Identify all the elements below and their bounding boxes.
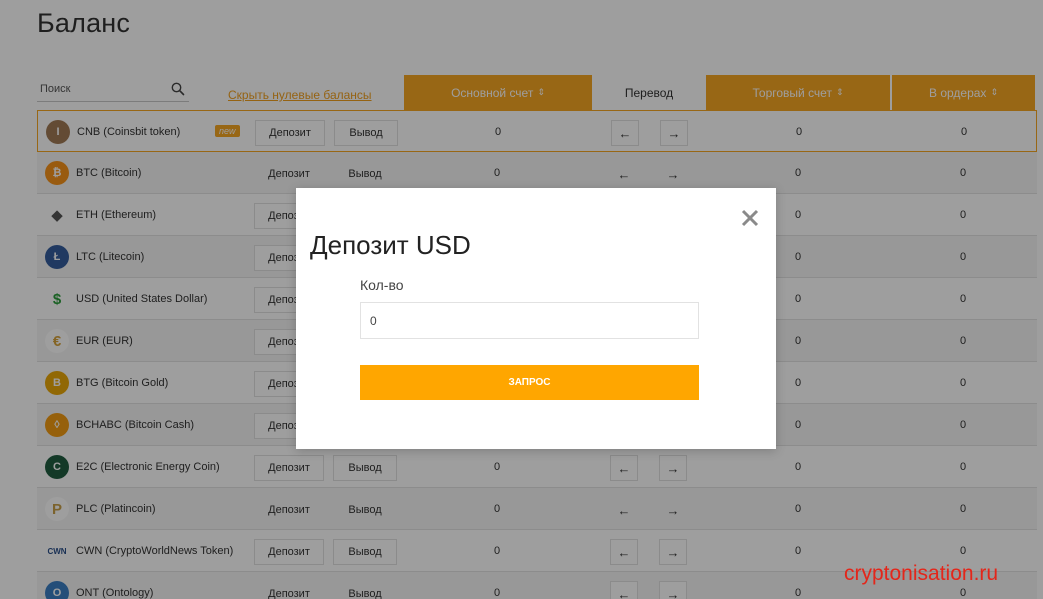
close-icon[interactable] <box>740 208 760 228</box>
deposit-modal: Депозит USD Кол-во ЗАПРОС <box>296 188 776 449</box>
request-button[interactable]: ЗАПРОС <box>360 365 699 400</box>
balance-page: Баланс Скрыть нулевые балансы Основной с… <box>0 0 1043 599</box>
modal-title: Депозит USD <box>310 230 471 260</box>
quantity-input[interactable] <box>360 302 699 339</box>
quantity-label: Кол-во <box>360 277 404 293</box>
watermark: cryptonisation.ru <box>844 562 999 585</box>
